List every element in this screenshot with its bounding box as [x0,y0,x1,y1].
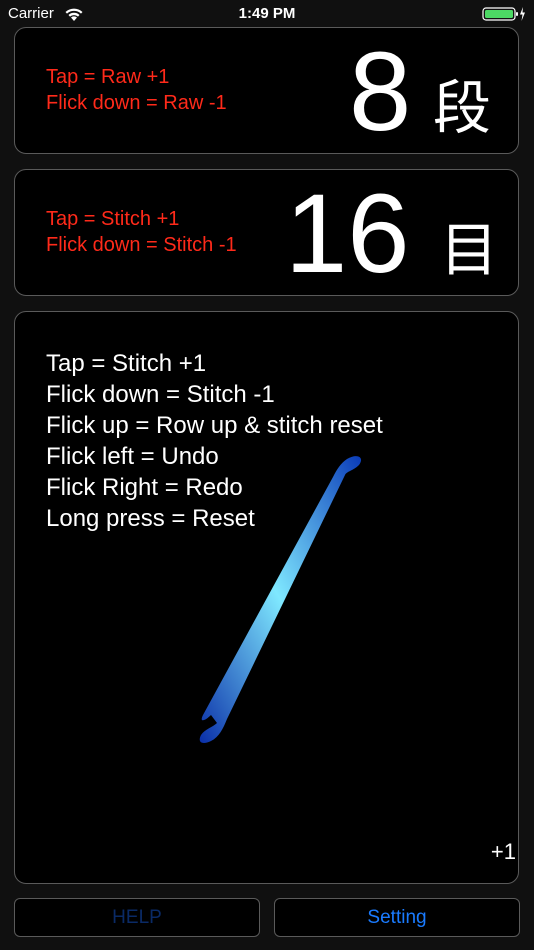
stitch-hint-flick: Flick down = Stitch -1 [46,234,237,256]
help-line: Flick up = Row up & stitch reset [46,412,383,439]
stitch-hint-tap: Tap = Stitch +1 [46,208,180,230]
clock-time: 1:49 PM [238,5,296,22]
stitch-counter-card[interactable]: Tap = Stitch +1 Flick down = Stitch -1 1… [14,169,519,296]
row-counter-card[interactable]: Tap = Raw +1 Flick down = Raw -1 8 段 [14,27,519,154]
stitch-count-unit: 目 [440,216,499,284]
gesture-pad[interactable]: Tap = Stitch +1 Flick down = Stitch -1 F… [14,311,519,884]
row-count-value: 8 [349,29,412,154]
row-count-unit: 段 [433,74,492,142]
increment-label: +1 [490,839,516,864]
row-hint-tap: Tap = Raw +1 [46,66,170,88]
row-hint-flick: Flick down = Raw -1 [46,92,227,114]
help-line: Tap = Stitch +1 [46,350,207,377]
status-bar: Carrier 1:49 PM [0,0,534,28]
setting-button[interactable]: Setting [274,898,520,937]
stitch-count-value: 16 [285,171,410,296]
battery-icon [482,7,525,21]
help-button[interactable]: HELP [14,898,260,937]
row-hint: Tap = Raw +1 Flick down = Raw -1 [46,64,227,116]
crochet-hook-icon [199,456,362,743]
stitch-hint: Tap = Stitch +1 Flick down = Stitch -1 [46,206,237,258]
knitting-counter-screen: Carrier 1:49 PM Tap = Raw +1 Flick down … [0,0,534,950]
help-line: Flick down = Stitch -1 [46,381,275,408]
